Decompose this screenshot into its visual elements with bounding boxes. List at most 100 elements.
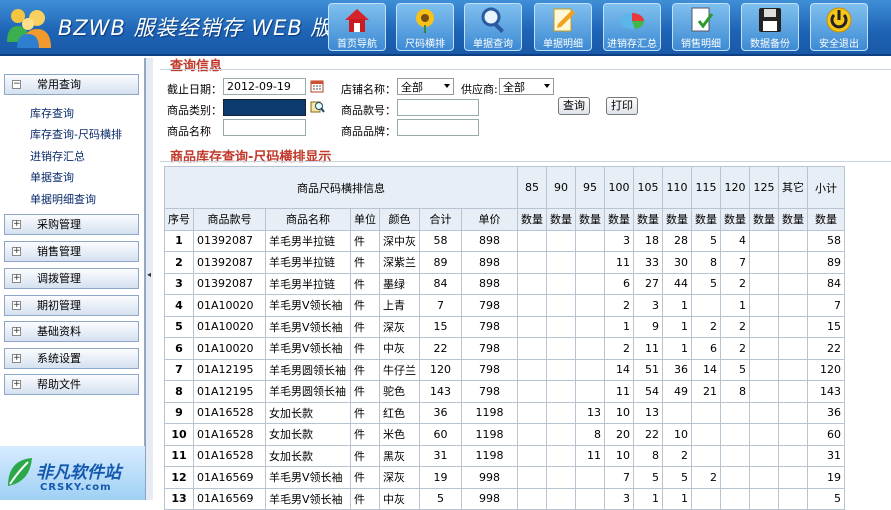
size-qty-cell xyxy=(517,380,547,403)
subtotal-cell: 89 xyxy=(807,251,845,274)
item-code-cell: 01A16569 xyxy=(193,487,266,510)
size-qty-cell xyxy=(517,272,547,295)
unit-cell: 件 xyxy=(350,315,380,338)
sidebar-group-transfer[interactable]: + 调拨管理 xyxy=(4,268,139,289)
sidebar-group-common-query[interactable]: − 常用查询 xyxy=(4,74,139,95)
print-button[interactable]: 打印 xyxy=(606,97,638,115)
size-qty-cell: 18 xyxy=(633,229,663,252)
size-qty-cell xyxy=(778,272,808,295)
item-name-cell: 羊毛男半拉链 xyxy=(265,251,351,274)
item-code-cell: 01392087 xyxy=(193,251,266,274)
category-input[interactable] xyxy=(223,99,306,116)
table-row[interactable]: 3 01392087 羊毛男半拉链件墨绿 84 898 6 27 44 5 2 84 xyxy=(164,272,845,295)
table-row[interactable]: 9 01A16528 女加长款件红色 36 1198 13 10 13 36 xyxy=(164,401,845,424)
subtotal-cell: 143 xyxy=(807,380,845,403)
nav-home-button[interactable]: 首页导航 xyxy=(328,3,386,51)
sidebar-group-label: 系统设置 xyxy=(37,352,81,365)
store-name-label: 店铺名称： xyxy=(341,83,396,96)
size-qty-cell: 5 xyxy=(633,466,663,489)
store-name-value: 全部 xyxy=(401,81,423,94)
supplier-select[interactable]: 全部 xyxy=(499,78,554,95)
sidebar-item-stock-query[interactable]: 库存查询 xyxy=(30,105,74,121)
item-name-input[interactable] xyxy=(223,119,306,136)
nav-voucher-detail-button[interactable]: 单据明细 xyxy=(534,3,592,51)
table-row[interactable]: 10 01A16528 女加长款件米色 60 1198 8 20 22 10 60 xyxy=(164,423,845,446)
sidebar-group-basic-data[interactable]: + 基础资料 xyxy=(4,321,139,342)
cutoff-date-input[interactable] xyxy=(223,78,306,95)
price-cell: 898 xyxy=(461,251,518,274)
table-row[interactable]: 5 01A10020 羊毛男V领长袖件深灰 15 798 1 9 1 2 2 15 xyxy=(164,315,845,338)
size-qty-cell xyxy=(517,294,547,317)
size-qty-cell: 3 xyxy=(633,294,663,317)
nav-size-horizontal-button[interactable]: 尺码横排 xyxy=(396,3,454,51)
stock-size-table: 商品尺码横排信息 85 90 95 100 105 110 115 120 12… xyxy=(164,166,845,510)
sidebar-collapse-handle[interactable]: ◂ xyxy=(145,58,153,500)
sidebar-item-stock-query-size[interactable]: 库存查询-尺码横排 xyxy=(30,126,122,142)
nav-home-label: 首页导航 xyxy=(337,39,377,50)
item-code-input[interactable] xyxy=(397,99,479,116)
sidebar-group-purchase[interactable]: + 采购管理 xyxy=(4,214,139,235)
category-label: 商品类别： xyxy=(167,104,222,117)
table-row[interactable]: 4 01A10020 羊毛男V领长袖件上青 7 798 2 3 1 1 7 xyxy=(164,294,845,317)
expand-icon: + xyxy=(12,353,21,363)
magnifier-icon xyxy=(481,7,504,33)
sidebar-group-help[interactable]: + 帮助文件 xyxy=(4,374,139,395)
calendar-icon[interactable] xyxy=(310,79,324,93)
nav-inventory-summary-button[interactable]: 进销存汇总 xyxy=(603,3,661,51)
size-qty-cell xyxy=(749,272,779,295)
size-qty-cell: 10 xyxy=(604,444,634,467)
size-qty-cell xyxy=(749,487,779,510)
sidebar-group-opening[interactable]: + 期初管理 xyxy=(4,295,139,316)
table-row[interactable]: 8 01A12195 羊毛男圆领长袖件驼色 143 798 11 54 49 21 8 143 xyxy=(164,380,845,403)
unit-cell: 件 xyxy=(350,466,380,489)
unit-cell: 件 xyxy=(350,272,380,295)
table-row[interactable]: 6 01A10020 羊毛男V领长袖件中灰 22 798 2 11 1 6 2 22 xyxy=(164,337,845,360)
nav-sales-detail-button[interactable]: 销售明细 xyxy=(672,3,730,51)
subtotal-cell: 31 xyxy=(807,444,845,467)
table-row[interactable]: 2 01392087 羊毛男半拉链件深紫兰 89 898 11 33 30 8 7 89 xyxy=(164,251,845,274)
size-header: 125 xyxy=(749,166,779,209)
results-section-title: 商品库存查询-尺码横排显示 xyxy=(170,150,332,165)
table-row[interactable]: 13 01A16569 羊毛男V领长袖件中灰 5 998 3 1 1 5 xyxy=(164,487,845,510)
category-lookup-icon[interactable] xyxy=(310,99,325,114)
home-icon xyxy=(345,9,369,32)
search-button[interactable]: 查询 xyxy=(558,97,590,115)
unit-cell: 件 xyxy=(350,401,380,424)
total-cell: 31 xyxy=(419,444,462,467)
item-code-cell: 01A16528 xyxy=(193,444,266,467)
sidebar-item-voucher-query[interactable]: 单据查询 xyxy=(30,169,74,185)
size-qty-cell xyxy=(749,380,779,403)
store-name-select[interactable]: 全部 xyxy=(397,78,454,95)
col-header-name: 商品名称 xyxy=(265,208,351,231)
item-brand-input[interactable] xyxy=(397,119,479,136)
nav-data-backup-button[interactable]: 数据备份 xyxy=(741,3,799,51)
size-qty-cell: 8 xyxy=(720,380,750,403)
table-row[interactable]: 1 01392087 羊毛男半拉链件深中灰 58 898 3 18 28 5 4 58 xyxy=(164,229,845,252)
unit-cell: 件 xyxy=(350,337,380,360)
nav-voucher-query-button[interactable]: 单据查询 xyxy=(464,3,522,51)
sidebar-item-voucher-detail-query[interactable]: 单据明细查询 xyxy=(30,191,96,207)
size-qty-cell xyxy=(720,466,750,489)
qty-header: 数量 xyxy=(633,208,663,231)
sidebar-group-settings[interactable]: + 系统设置 xyxy=(4,348,139,369)
price-cell: 798 xyxy=(461,294,518,317)
unit-cell: 件 xyxy=(350,487,380,510)
size-qty-cell: 1 xyxy=(633,487,663,510)
size-qty-cell: 11 xyxy=(604,251,634,274)
table-row[interactable]: 12 01A16569 羊毛男V领长袖件深灰 19 998 7 5 5 2 19 xyxy=(164,466,845,489)
size-qty-cell xyxy=(691,294,721,317)
sidebar-item-inventory-summary[interactable]: 进销存汇总 xyxy=(30,148,85,164)
color-cell: 米色 xyxy=(379,423,420,446)
row-number: 12 xyxy=(164,466,194,489)
nav-safe-exit-button[interactable]: 安全退出 xyxy=(810,3,868,51)
size-qty-cell xyxy=(749,315,779,338)
size-qty-cell: 2 xyxy=(691,315,721,338)
table-row[interactable]: 7 01A12195 羊毛男圆领长袖件牛仔兰 120 798 14 51 36 14 5 120 xyxy=(164,358,845,381)
item-code-cell: 01392087 xyxy=(193,272,266,295)
total-cell: 36 xyxy=(419,401,462,424)
qty-header: 数量 xyxy=(662,208,692,231)
size-qty-cell xyxy=(575,251,605,274)
table-row[interactable]: 11 01A16528 女加长款件黑灰 31 1198 11 10 8 2 31 xyxy=(164,444,845,467)
size-qty-cell xyxy=(691,401,721,424)
sidebar-group-sales[interactable]: + 销售管理 xyxy=(4,241,139,262)
